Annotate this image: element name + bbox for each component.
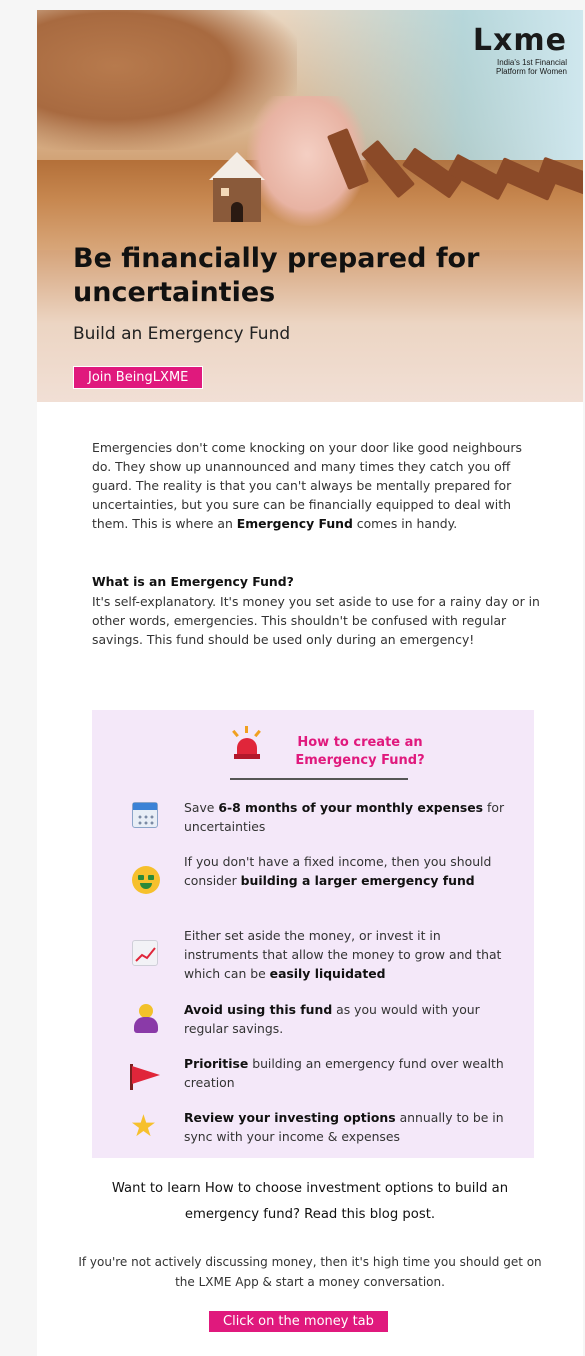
what-heading: What is an Emergency Fund? — [92, 574, 294, 589]
join-beinglxme-button[interactable]: Join BeingLXME — [73, 366, 204, 389]
lxme-logo[interactable]: Lxme India's 1st Financial Platform for … — [472, 23, 567, 77]
calendar-icon — [132, 802, 158, 828]
intro-paragraph: Emergencies don't come knocking on your … — [92, 438, 542, 533]
hero-title: Be financially prepared for uncertaintie… — [73, 243, 480, 308]
hero-banner: Lxme India's 1st Financial Platform for … — [37, 10, 583, 402]
star-icon: ★ — [130, 1110, 157, 1143]
house-icon — [209, 152, 265, 222]
intro-text-end: comes in handy. — [352, 516, 458, 531]
app-cta-text: If you're not actively discussing money,… — [78, 1255, 542, 1289]
money-tab-button[interactable]: Click on the money tab — [208, 1310, 389, 1333]
logo-tagline-line1: India's 1st Financial — [496, 58, 567, 67]
email-container: Lxme India's 1st Financial Platform for … — [37, 10, 583, 1356]
siren-icon — [232, 726, 262, 760]
person-gesturing-no-icon — [132, 1004, 160, 1034]
howto-box: How to create an Emergency Fund? Save 6-… — [92, 710, 534, 1158]
blog-post-link[interactable]: Want to learn How to choose investment o… — [77, 1176, 543, 1228]
howto-title: How to create an Emergency Fund? — [295, 735, 425, 768]
what-paragraph: It's self-explanatory. It's money you se… — [92, 594, 540, 647]
chart-increasing-icon — [132, 940, 158, 966]
logo-wordmark: Lxme — [472, 23, 567, 58]
intro-bold: Emergency Fund — [236, 516, 353, 531]
howto-title-underline — [230, 778, 408, 780]
logo-tagline-line2: Platform for Women — [496, 67, 567, 76]
hero-subtitle: Build an Emergency Fund — [73, 324, 291, 344]
red-flag-icon — [132, 1066, 160, 1084]
money-mouth-face-icon — [132, 866, 160, 894]
